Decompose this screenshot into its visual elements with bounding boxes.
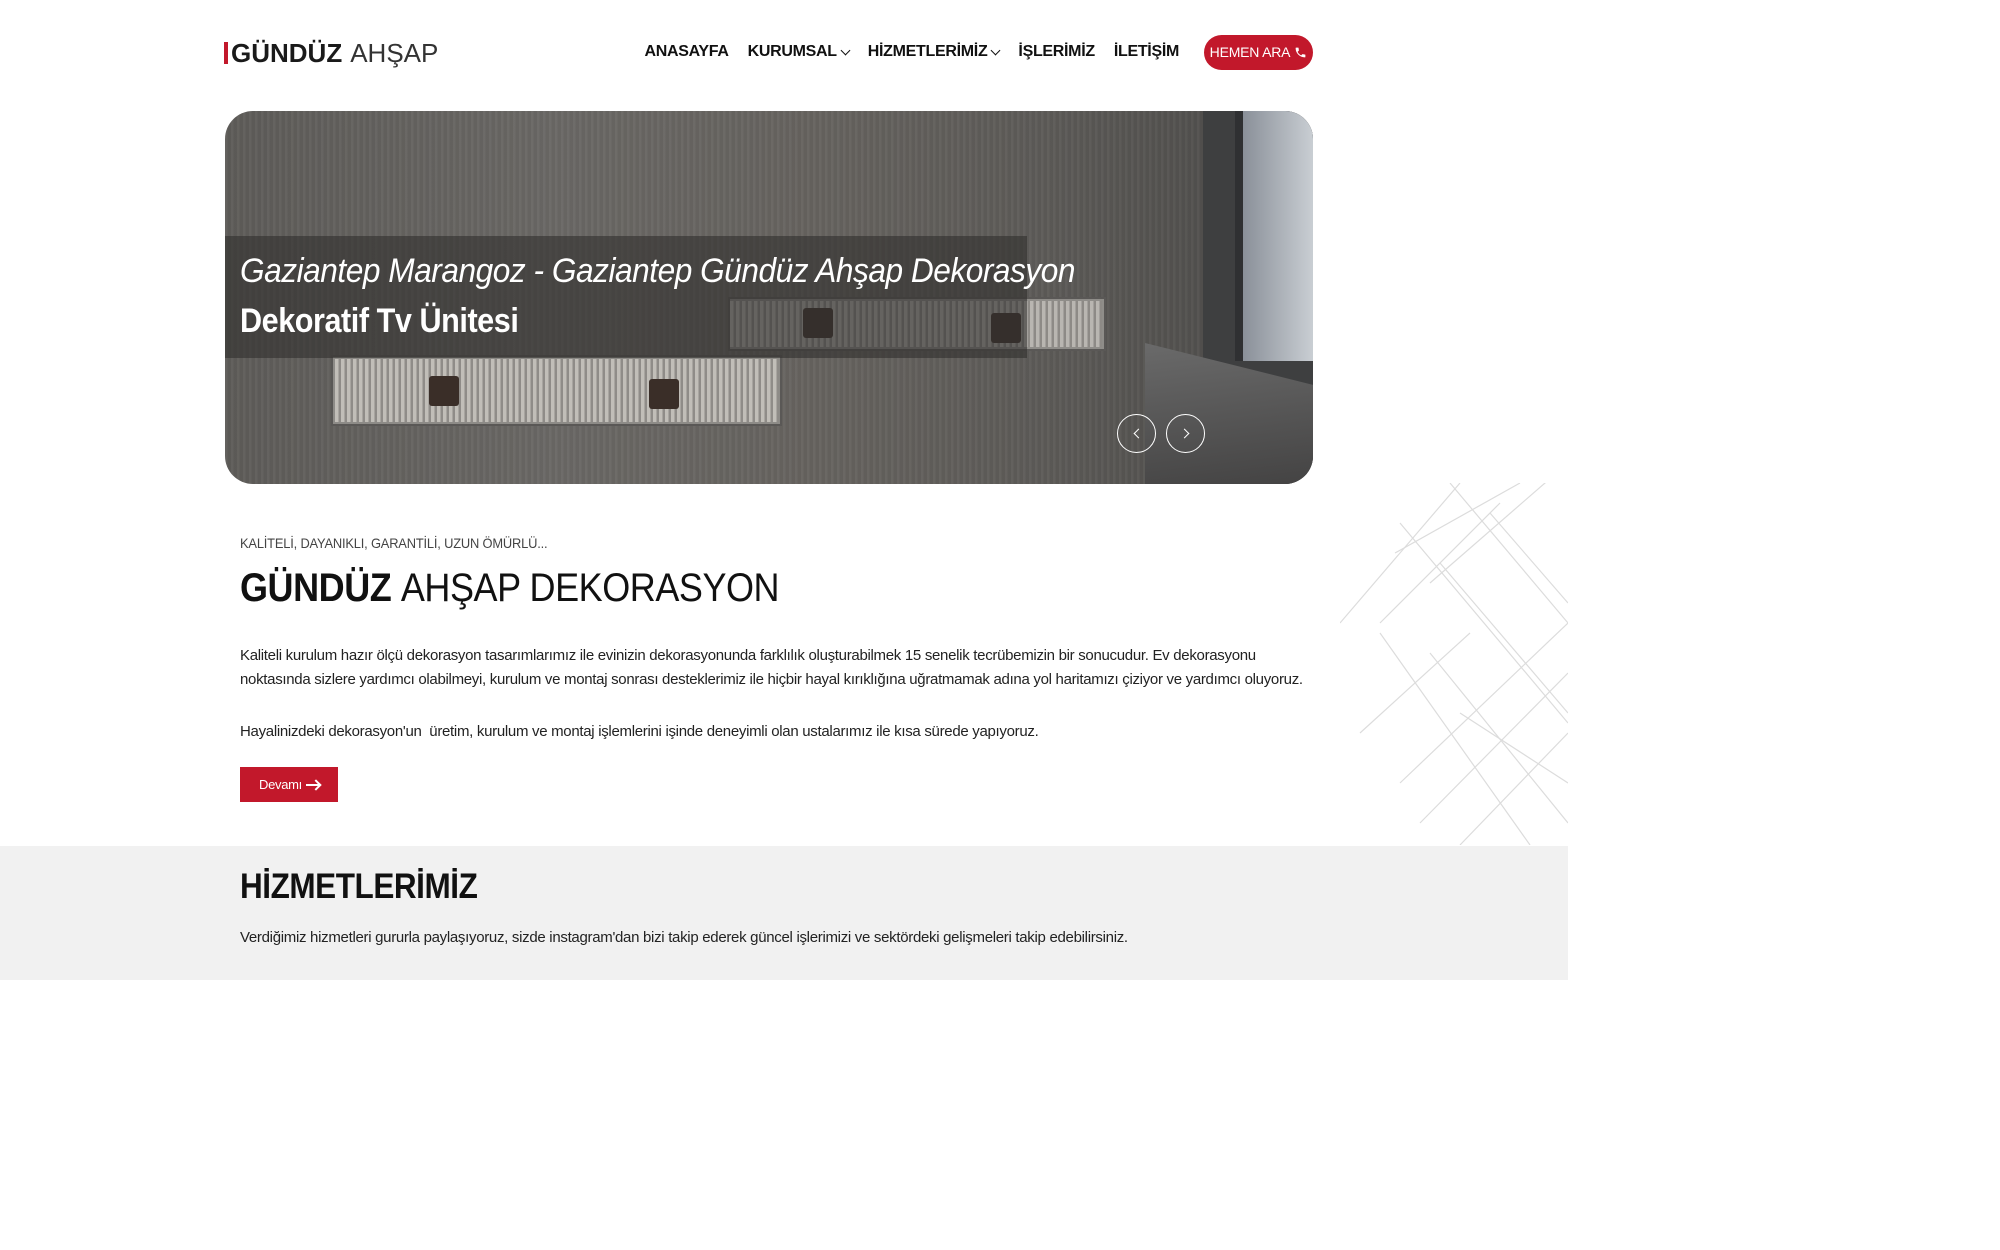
nav-item-services[interactable]: HİZMETLERİMİZ [867, 43, 1001, 61]
about-title-bold: GÜNDÜZ [240, 566, 392, 610]
services-section [0, 846, 1568, 980]
nav-label: KURUMSAL [747, 43, 837, 60]
services-description: Verdiğimiz hizmetleri gururla paylaşıyor… [240, 929, 1128, 946]
logo-text-light: AHŞAP [350, 37, 439, 68]
read-more-label: Devamı [259, 777, 302, 792]
hero-title: Dekoratif Tv Ünitesi [240, 302, 519, 340]
call-now-button[interactable]: HEMEN ARA [1204, 34, 1313, 70]
chevron-left-icon [1133, 428, 1143, 439]
about-title: GÜNDÜZ AHŞAP DEKORASYON [240, 566, 780, 611]
drawer-knob [429, 376, 459, 406]
slider-next-button[interactable] [1166, 414, 1205, 453]
nav-item-works[interactable]: İŞLERİMİZ [1018, 43, 1095, 61]
drawer-knob [649, 379, 679, 409]
tv-unit-lower-front [335, 359, 778, 422]
chevron-down-icon [840, 45, 851, 55]
decorative-lines-pattern [1340, 483, 1568, 845]
hero-slider: Gaziantep Marangoz - Gaziantep Gündüz Ah… [225, 111, 1313, 484]
logo-text-bold: GÜNDÜZ [231, 37, 343, 68]
about-pretitle: KALİTELİ, DAYANIKLI, GARANTİLİ, UZUN ÖMÜ… [240, 535, 548, 551]
about-title-light: AHŞAP DEKORASYON [400, 566, 780, 610]
chevron-down-icon [990, 45, 1001, 55]
nav-label: İLETİŞİM [1113, 43, 1179, 60]
logo-mark [224, 42, 228, 64]
phone-icon [1295, 47, 1306, 57]
chevron-right-icon [1179, 428, 1189, 439]
site-header: GÜNDÜZ AHŞAP ANASAYFA KURUMSAL HİZMETLER… [0, 0, 1568, 104]
read-more-button[interactable]: Devamı [240, 767, 338, 802]
nav-item-contact[interactable]: İLETİŞİM [1114, 43, 1179, 61]
nav-item-corporate[interactable]: KURUMSAL [747, 43, 851, 61]
about-paragraph-1: Kaliteli kurulum hazır ölçü dekorasyon t… [240, 647, 1303, 688]
nav-item-home[interactable]: ANASAYFA [644, 43, 728, 61]
about-paragraph-2: Hayalinizdeki dekorasyon'un üretim, kuru… [240, 723, 1039, 740]
nav-label: HİZMETLERİMİZ [867, 43, 988, 60]
hero-window-glass [1235, 111, 1313, 361]
services-title: HİZMETLERİMİZ [240, 867, 478, 906]
hero-subtitle: Gaziantep Marangoz - Gaziantep Gündüz Ah… [240, 252, 1075, 290]
slider-prev-button[interactable] [1117, 414, 1156, 453]
call-now-label: HEMEN ARA [1209, 44, 1291, 60]
nav-label: ANASAYFA [644, 43, 729, 60]
site-logo[interactable]: GÜNDÜZ AHŞAP [224, 36, 438, 70]
arrow-right-icon [306, 783, 319, 786]
nav-label: İŞLERİMİZ [1018, 43, 1095, 60]
main-nav: ANASAYFA KURUMSAL HİZMETLERİMİZ İŞLERİMİ… [625, 34, 1313, 70]
